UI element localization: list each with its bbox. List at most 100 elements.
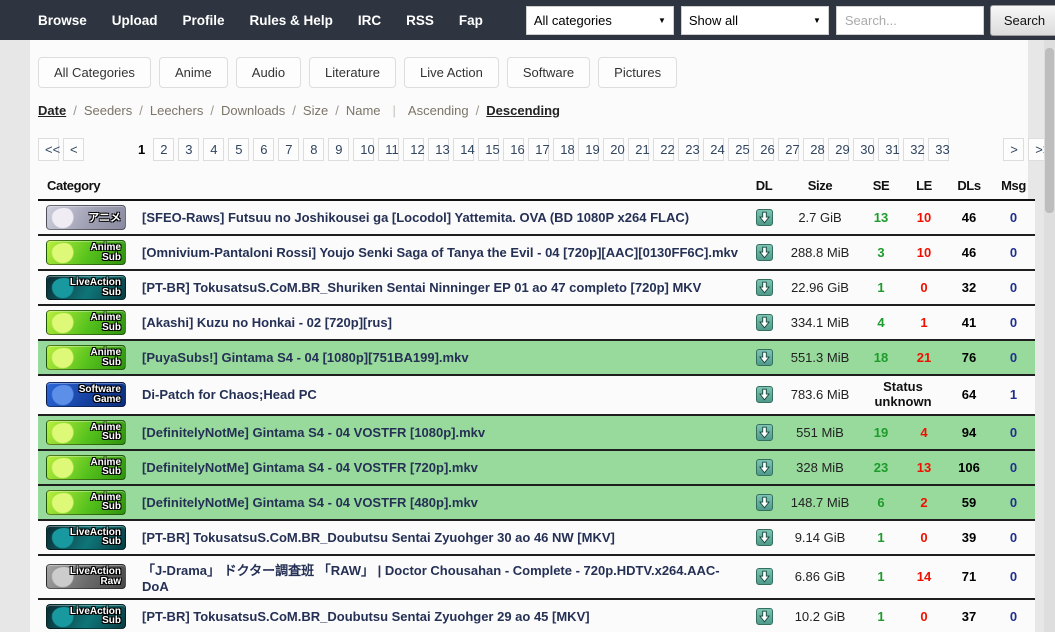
pagination-page-16[interactable]: 16 [503,138,524,161]
header-se[interactable]: SE [860,175,902,200]
torrent-title-link[interactable]: Di-Patch for Chaos;Head PC [142,387,317,402]
pagination-page-12[interactable]: 12 [403,138,424,161]
pagination-page-25[interactable]: 25 [728,138,749,161]
torrent-title-link[interactable]: [PT-BR] TokusatsuS.CoM.BR_Shuriken Senta… [142,280,701,295]
pagination-page-3[interactable]: 3 [178,138,199,161]
download-icon[interactable] [756,386,773,403]
sort-field-size[interactable]: Size [303,103,328,118]
pagination-page-6[interactable]: 6 [253,138,274,161]
pagination-page-22[interactable]: 22 [653,138,674,161]
pagination-page-13[interactable]: 13 [428,138,449,161]
category-icon-software-game[interactable]: SoftwareGame [46,382,126,407]
pagination-prev[interactable]: < [63,138,84,161]
category-button-pictures[interactable]: Pictures [598,57,677,88]
torrent-title-link[interactable]: [DefinitelyNotMe] Gintama S4 - 04 VOSTFR… [142,460,478,475]
sort-field-date[interactable]: Date [38,103,66,118]
pagination-page-28[interactable]: 28 [803,138,824,161]
pagination-page-30[interactable]: 30 [853,138,874,161]
category-button-live-action[interactable]: Live Action [404,57,499,88]
pagination-page-21[interactable]: 21 [628,138,649,161]
category-icon-liveaction-sub[interactable]: LiveActionSub [46,525,126,550]
download-icon[interactable] [756,494,773,511]
sort-field-seeders[interactable]: Seeders [84,103,132,118]
pagination-page-10[interactable]: 10 [353,138,374,161]
download-icon[interactable] [756,608,773,625]
download-icon[interactable] [756,279,773,296]
header-le[interactable]: LE [902,175,946,200]
category-button-all-categories[interactable]: All Categories [38,57,151,88]
category-button-anime[interactable]: Anime [159,57,228,88]
category-icon-anime-sub[interactable]: AnimeSub [46,345,126,370]
sort-order-ascending[interactable]: Ascending [408,103,469,118]
status-select[interactable]: Show all ▼ [681,6,829,35]
torrent-title-link[interactable]: 「J-Drama」 ドクター調査班 「RAW」 | Doctor Chousah… [142,563,720,594]
header-dls[interactable]: DLs [946,175,992,200]
category-icon-liveaction-raw[interactable]: LiveActionRaw [46,564,126,589]
category-icon-anime-sub[interactable]: AnimeSub [46,240,126,265]
download-icon[interactable] [756,314,773,331]
pagination-page-33[interactable]: 33 [928,138,949,161]
header-size[interactable]: Size [780,175,860,200]
nav-item-upload[interactable]: Upload [112,13,158,28]
nav-item-irc[interactable]: IRC [358,13,381,28]
download-icon[interactable] [756,209,773,226]
category-button-software[interactable]: Software [507,57,590,88]
torrent-title-link[interactable]: [PT-BR] TokusatsuS.CoM.BR_Doubutsu Senta… [142,530,615,545]
pagination-page-23[interactable]: 23 [678,138,699,161]
torrent-title-link[interactable]: [DefinitelyNotMe] Gintama S4 - 04 VOSTFR… [142,425,485,440]
sort-order-descending[interactable]: Descending [486,103,560,118]
search-button[interactable]: Search [990,5,1055,36]
category-button-literature[interactable]: Literature [309,57,396,88]
nav-item-browse[interactable]: Browse [38,13,87,28]
download-icon[interactable] [756,424,773,441]
nav-item-rss[interactable]: RSS [406,13,434,28]
torrent-title-link[interactable]: [Omnivium-Pantaloni Rossi] Youjo Senki S… [142,245,738,260]
pagination-page-27[interactable]: 27 [778,138,799,161]
pagination-page-29[interactable]: 29 [828,138,849,161]
download-icon[interactable] [756,459,773,476]
torrent-title-link[interactable]: [SFEO-Raws] Futsuu no Joshikousei ga [Lo… [142,210,689,225]
torrent-title-link[interactable]: [PuyaSubs!] Gintama S4 - 04 [1080p][751B… [142,350,469,365]
download-icon[interactable] [756,568,773,585]
nav-item-rules-help[interactable]: Rules & Help [250,13,333,28]
download-icon[interactable] [756,244,773,261]
category-icon-liveaction-sub[interactable]: LiveActionSub [46,604,126,629]
torrent-title-link[interactable]: [Akashi] Kuzu no Honkai - 02 [720p][rus] [142,315,392,330]
scrollbar-thumb[interactable] [1045,48,1054,213]
pagination-first[interactable]: << [38,138,59,161]
sort-field-downloads[interactable]: Downloads [221,103,285,118]
search-input[interactable] [836,6,984,35]
download-icon[interactable] [756,529,773,546]
pagination-page-26[interactable]: 26 [753,138,774,161]
pagination-page-24[interactable]: 24 [703,138,724,161]
download-icon[interactable] [756,349,773,366]
pagination-page-17[interactable]: 17 [528,138,549,161]
pagination-page-9[interactable]: 9 [328,138,349,161]
pagination-page-18[interactable]: 18 [553,138,574,161]
pagination-page-32[interactable]: 32 [903,138,924,161]
pagination-page-15[interactable]: 15 [478,138,499,161]
pagination-page-20[interactable]: 20 [603,138,624,161]
torrent-title-link[interactable]: [PT-BR] TokusatsuS.CoM.BR_Doubutsu Senta… [142,609,590,624]
pagination-page-4[interactable]: 4 [203,138,224,161]
category-icon-anime-sub[interactable]: AnimeSub [46,310,126,335]
pagination-page-11[interactable]: 11 [378,138,399,161]
category-icon-anime-sub[interactable]: AnimeSub [46,490,126,515]
pagination-page-5[interactable]: 5 [228,138,249,161]
pagination-next[interactable]: > [1003,138,1024,161]
category-icon-anime-raw[interactable]: アニメ [46,205,126,230]
pagination-page-14[interactable]: 14 [453,138,474,161]
vertical-scrollbar[interactable] [1044,40,1055,632]
sort-field-leechers[interactable]: Leechers [150,103,203,118]
pagination-page-31[interactable]: 31 [878,138,899,161]
pagination-page-19[interactable]: 19 [578,138,599,161]
pagination-page-8[interactable]: 8 [303,138,324,161]
header-category[interactable]: Category [38,175,134,200]
sort-field-name[interactable]: Name [346,103,381,118]
nav-item-fap[interactable]: Fap [459,13,483,28]
nav-item-profile[interactable]: Profile [183,13,225,28]
category-icon-anime-sub[interactable]: AnimeSub [46,455,126,480]
category-select[interactable]: All categories ▼ [526,6,674,35]
category-icon-anime-sub[interactable]: AnimeSub [46,420,126,445]
category-icon-liveaction-sub[interactable]: LiveActionSub [46,275,126,300]
